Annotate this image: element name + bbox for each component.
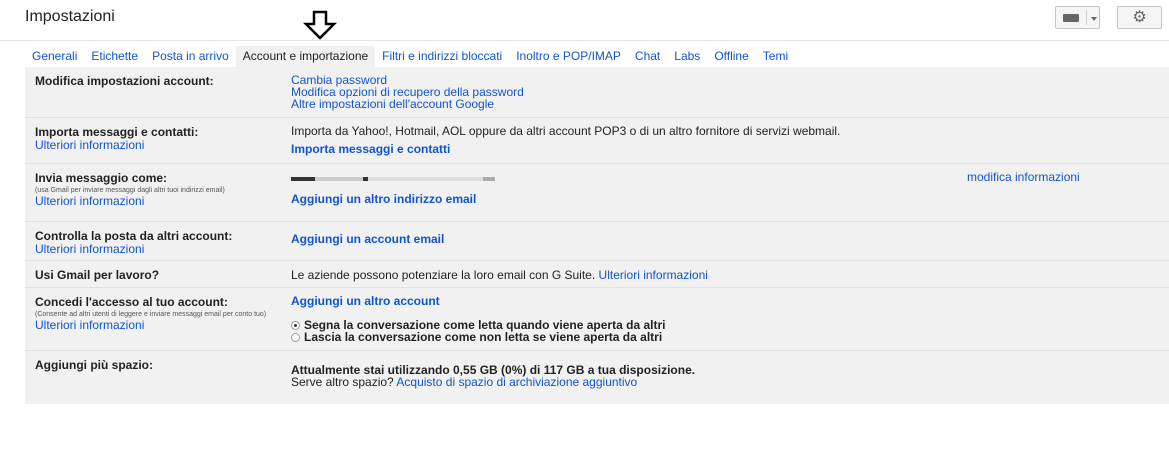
row-account-settings: Modifica impostazioni account: Cambia pa… [25, 67, 1169, 118]
tab-labs[interactable]: Labs [667, 46, 707, 67]
top-bar: Impostazioni ⚙ [0, 0, 1169, 41]
gear-icon: ⚙ [1132, 9, 1147, 26]
buy-storage-link[interactable]: Acquisto di spazio di archiviazione aggi… [396, 375, 637, 389]
more-info-link[interactable]: Ulteriori informazioni [35, 243, 275, 256]
row-label: Importa messaggi e contatti: [35, 125, 199, 139]
chevron-down-icon[interactable] [1091, 17, 1097, 21]
keyboard-icon [1063, 14, 1079, 22]
row-label: Controlla la posta da altri account: [35, 229, 233, 243]
import-description: Importa da Yahoo!, Hotmail, AOL oppure d… [291, 124, 841, 138]
row-work: Usi Gmail per lavoro? Le aziende possono… [25, 261, 1169, 288]
row-label: Invia messaggio come: [35, 171, 168, 185]
radio-option-unread[interactable]: Lascia la conversazione come non letta s… [291, 331, 665, 343]
more-info-link[interactable]: Ulteriori informazioni [35, 319, 275, 332]
tab-generali[interactable]: Generali [25, 46, 84, 67]
add-mail-account-link[interactable]: Aggiungi un account email [291, 233, 444, 245]
storage-prompt: Serve altro spazio? [291, 375, 394, 389]
tab-posta-in-arrivo[interactable]: Posta in arrivo [145, 46, 236, 67]
more-info-link[interactable]: Ulteriori informazioni [599, 268, 708, 282]
row-label: Concedi l'accesso al tuo account: [35, 295, 228, 309]
google-account-link[interactable]: Altre impostazioni dell'account Google [291, 98, 524, 110]
input-tools-button[interactable] [1055, 6, 1100, 29]
tab-filtri[interactable]: Filtri e indirizzi bloccati [375, 46, 509, 67]
radio-button[interactable] [291, 333, 300, 342]
row-label: Usi Gmail per lavoro? [35, 268, 160, 282]
tab-temi[interactable]: Temi [756, 46, 795, 67]
row-label: Modifica impostazioni account: [35, 74, 214, 88]
import-mail-contacts-link[interactable]: Importa messaggi e contatti [291, 143, 840, 155]
settings-tabs: Generali Etichette Posta in arrivo Accou… [25, 46, 795, 67]
tab-etichette[interactable]: Etichette [84, 46, 145, 67]
page-title: Impostazioni [25, 8, 115, 25]
row-send-as: Invia messaggio come: (usa Gmail per inv… [25, 164, 1169, 222]
gsuite-text: Le aziende possono potenziare la loro em… [291, 268, 596, 282]
tab-account-e-importazione[interactable]: Account e importazione [235, 46, 376, 67]
settings-button[interactable]: ⚙ [1117, 6, 1162, 29]
settings-panel: Modifica impostazioni account: Cambia pa… [25, 67, 1169, 404]
radio-button-checked[interactable] [291, 321, 300, 330]
edit-info-link[interactable]: modifica informazioni [967, 170, 1080, 184]
footer-cut [25, 410, 625, 416]
more-info-link[interactable]: Ulteriori informazioni [35, 195, 275, 208]
arrow-down-icon [302, 10, 338, 40]
redacted-email [291, 171, 531, 183]
tab-inoltro[interactable]: Inoltro e POP/IMAP [509, 46, 628, 67]
row-storage: Aggiungi più spazio: Attualmente stai ut… [25, 351, 1169, 403]
row-label: Aggiungi più spazio: [35, 358, 153, 372]
add-account-link[interactable]: Aggiungi un altro account [291, 295, 665, 307]
radio-label: Lascia la conversazione come non letta s… [304, 330, 663, 344]
tab-chat[interactable]: Chat [628, 46, 667, 67]
row-import: Importa messaggi e contatti: Ulteriori i… [25, 118, 1169, 164]
divider [1086, 10, 1087, 25]
row-check-mail: Controlla la posta da altri account: Ult… [25, 222, 1169, 261]
tab-offline[interactable]: Offline [707, 46, 755, 67]
add-email-address-link[interactable]: Aggiungi un altro indirizzo email [291, 193, 531, 205]
more-info-link[interactable]: Ulteriori informazioni [35, 139, 275, 152]
row-grant-access: Concedi l'accesso al tuo account: (Conse… [25, 288, 1169, 351]
